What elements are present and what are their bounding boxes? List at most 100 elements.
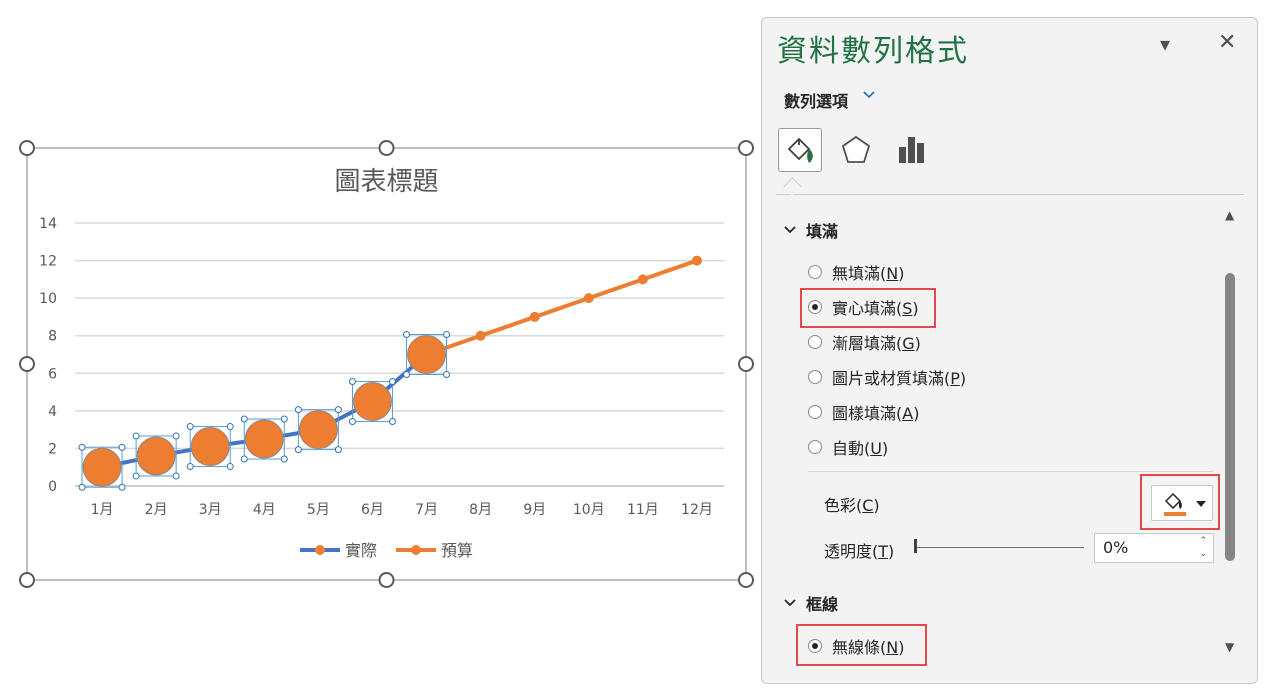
x-tick-label: 2月 — [145, 502, 168, 518]
transparency-slider-track[interactable] — [914, 547, 1084, 548]
border-section-label: 框線 — [806, 595, 839, 614]
point-selection-handle[interactable] — [132, 472, 140, 480]
point-selection-handle[interactable] — [388, 377, 396, 385]
legend-label: 預算 — [441, 541, 473, 560]
active-tab-caret — [783, 177, 802, 196]
chart-title[interactable]: 圖表標題 — [334, 167, 438, 197]
x-tick-label: 12月 — [681, 502, 713, 518]
radio-button[interactable] — [808, 335, 822, 349]
x-tick-label: 11月 — [627, 502, 659, 518]
fill-section-label: 填滿 — [806, 222, 839, 241]
data-point-actual[interactable] — [298, 410, 338, 450]
tab-series-options[interactable] — [890, 128, 934, 172]
point-selection-handle[interactable] — [118, 483, 126, 491]
fill-option-none[interactable]: 無填滿(N) — [808, 260, 904, 284]
point-selection-handle[interactable] — [132, 432, 140, 440]
data-point-budget[interactable] — [583, 293, 594, 304]
point-selection-handle[interactable] — [334, 446, 342, 454]
data-point-budget[interactable] — [529, 311, 540, 322]
legend-marker — [411, 545, 421, 555]
chart-resize-handle[interactable] — [378, 140, 395, 156]
point-selection-handle[interactable] — [348, 377, 356, 385]
fill-section-header[interactable]: 填滿 — [784, 218, 838, 242]
pane-title: 資料數列格式 — [777, 34, 969, 69]
point-selection-handle[interactable] — [294, 446, 302, 454]
spin-up-icon[interactable]: ⌃ — [1199, 535, 1207, 548]
chart-resize-handle[interactable] — [738, 356, 754, 372]
data-point-budget[interactable] — [637, 274, 648, 285]
fill-option-pattern[interactable]: 圖樣填滿(A) — [808, 400, 919, 424]
scroll-up-button[interactable]: ▲ — [1225, 208, 1234, 222]
y-tick-label: 0 — [48, 479, 57, 495]
data-point-budget[interactable] — [475, 330, 486, 341]
radio-button[interactable] — [808, 265, 822, 279]
y-tick-label: 2 — [48, 441, 57, 457]
point-selection-handle[interactable] — [172, 432, 180, 440]
y-tick-label: 12 — [39, 254, 57, 270]
data-point-actual[interactable] — [136, 436, 176, 476]
series-options-bar-icon — [899, 137, 924, 163]
point-selection-handle[interactable] — [186, 463, 194, 471]
radio-button[interactable] — [808, 405, 822, 419]
data-point-budget[interactable] — [691, 255, 702, 266]
point-selection-handle[interactable] — [403, 331, 411, 338]
tab-fill-line[interactable] — [778, 128, 822, 172]
chevron-down-icon: ▾ — [1160, 32, 1171, 56]
fill-line-icon — [787, 137, 813, 163]
chart-resize-handle[interactable] — [738, 140, 754, 156]
point-selection-handle[interactable] — [240, 415, 248, 423]
point-selection-handle[interactable] — [348, 417, 356, 425]
data-point-actual[interactable] — [407, 335, 447, 374]
x-tick-label: 5月 — [307, 502, 330, 518]
chart-resize-handle[interactable] — [378, 572, 395, 588]
point-selection-handle[interactable] — [280, 415, 288, 423]
series-options-dropdown-label[interactable]: 數列選項 — [784, 88, 848, 112]
point-selection-handle[interactable] — [334, 406, 342, 414]
chart-resize-handle[interactable] — [738, 572, 754, 588]
radio-button[interactable] — [808, 370, 822, 384]
point-selection-handle[interactable] — [186, 423, 194, 431]
point-selection-handle[interactable] — [118, 443, 126, 451]
chart-resize-handle[interactable] — [19, 356, 35, 372]
fill-option-picture[interactable]: 圖片或材質填滿(P) — [808, 365, 966, 389]
tab-effects[interactable] — [834, 128, 878, 172]
pane-menu-button[interactable]: ▾ — [1160, 32, 1170, 56]
y-tick-label: 6 — [48, 366, 57, 382]
transparency-spin-input[interactable]: 0% ⌃ ⌄ — [1094, 533, 1214, 563]
fill-option-automatic[interactable]: 自動(U) — [808, 435, 888, 459]
y-tick-label: 14 — [39, 216, 57, 232]
fill-option-label: 圖樣填滿(A) — [832, 404, 920, 423]
chart-area[interactable]: 圖表標題 0 2 4 6 8 10 12 14 1月 2月 3月 4月 5月 6月 7月 8月 9月 10月 11月 1… — [0, 0, 760, 697]
line-chart[interactable]: 圖表標題 0 2 4 6 8 10 12 14 1月 2月 3月 4月 5月 6月 7月 8月 9月 10月 11月 1… — [0, 0, 760, 697]
radio-button[interactable] — [808, 440, 822, 454]
transparency-slider-thumb[interactable] — [914, 539, 917, 553]
point-selection-handle[interactable] — [78, 483, 86, 491]
chart-resize-handle[interactable] — [19, 572, 35, 588]
x-tick-label: 3月 — [199, 502, 222, 518]
point-selection-handle[interactable] — [294, 406, 302, 414]
point-selection-handle[interactable] — [403, 371, 411, 378]
point-selection-handle[interactable] — [280, 455, 288, 463]
scroll-down-button[interactable]: ▼ — [1225, 640, 1234, 654]
pane-close-button[interactable]: ✕ — [1218, 30, 1236, 55]
data-point-actual[interactable] — [82, 447, 122, 487]
chart-resize-handle[interactable] — [19, 140, 35, 156]
point-selection-handle[interactable] — [443, 331, 451, 338]
data-point-actual[interactable] — [244, 419, 284, 459]
point-selection-handle[interactable] — [388, 417, 396, 425]
scrollbar-thumb[interactable] — [1225, 273, 1235, 561]
point-selection-handle[interactable] — [226, 423, 234, 431]
point-selection-handle[interactable] — [443, 371, 451, 378]
data-point-actual[interactable] — [352, 381, 392, 421]
point-selection-handle[interactable] — [240, 455, 248, 463]
chevron-down-icon — [784, 599, 796, 607]
spin-arrows[interactable]: ⌃ ⌄ — [1199, 535, 1207, 561]
series-options-dropdown-button[interactable] — [862, 88, 876, 106]
point-selection-handle[interactable] — [172, 472, 180, 480]
spin-down-icon[interactable]: ⌄ — [1199, 548, 1207, 561]
fill-option-gradient[interactable]: 漸層填滿(G) — [808, 330, 921, 354]
point-selection-handle[interactable] — [226, 463, 234, 471]
point-selection-handle[interactable] — [78, 443, 86, 451]
border-section-header[interactable]: 框線 — [784, 591, 838, 615]
data-point-actual[interactable] — [190, 427, 230, 467]
